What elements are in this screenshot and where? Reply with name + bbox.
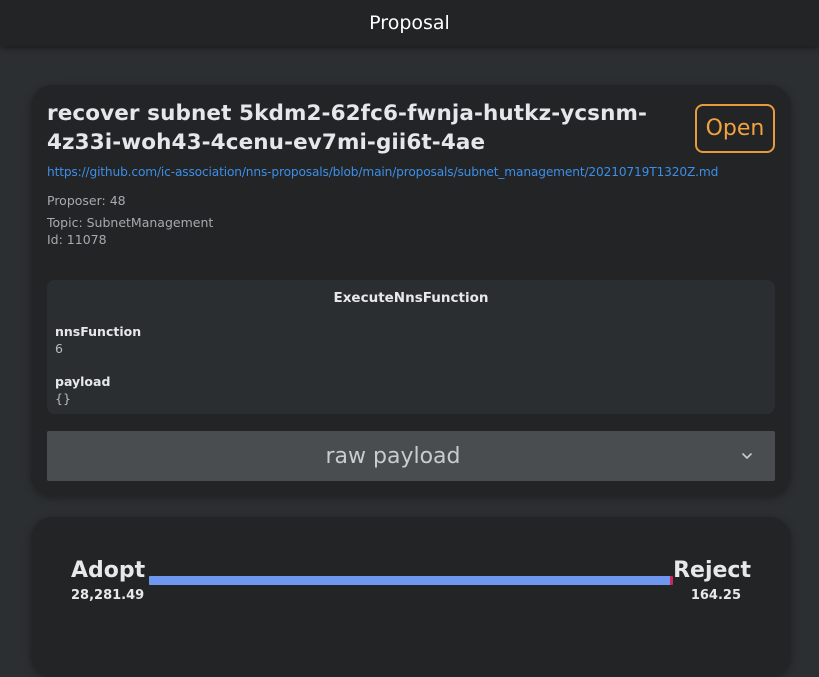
id-text: Id: 11078: [47, 232, 107, 247]
field-label-nns-function: nnsFunction: [55, 324, 142, 339]
proposer-text: Proposer: 48: [47, 193, 126, 208]
field-label-payload: payload: [55, 374, 111, 389]
reject-label: Reject: [673, 558, 751, 583]
reject-count: 164.25: [690, 588, 741, 603]
app-header: Proposal: [0, 0, 819, 46]
chevron-down-icon: [742, 453, 752, 459]
raw-payload-label: raw payload: [325, 443, 461, 469]
status-badge-open: Open: [695, 104, 775, 153]
page-title: Proposal: [369, 12, 450, 34]
payload-panel: ExecuteNnsFunction nnsFunction 6 payload…: [47, 280, 775, 414]
raw-payload-toggle[interactable]: raw payload: [47, 431, 775, 481]
proposal-title: recover subnet 5kdm2-62fc6-fwnja-hutkz-y…: [47, 101, 648, 155]
field-value-payload: {}: [55, 391, 71, 406]
topic-text: Topic: SubnetManagement: [47, 215, 214, 230]
adopt-count: 28,281.49: [71, 588, 145, 603]
proposal-link[interactable]: https://github.com/ic-association/nns-pr…: [47, 165, 718, 179]
payload-panel-title: ExecuteNnsFunction: [333, 290, 489, 306]
adopt-label: Adopt: [71, 558, 146, 583]
vote-bar-adopt-fill: [149, 576, 670, 585]
proposal-card: recover subnet 5kdm2-62fc6-fwnja-hutkz-y…: [31, 85, 791, 496]
votes-card: Adopt 28,281.49 Reject 164.25: [31, 517, 791, 677]
vote-bar: [149, 576, 673, 585]
field-value-nns-function: 6: [55, 341, 63, 356]
